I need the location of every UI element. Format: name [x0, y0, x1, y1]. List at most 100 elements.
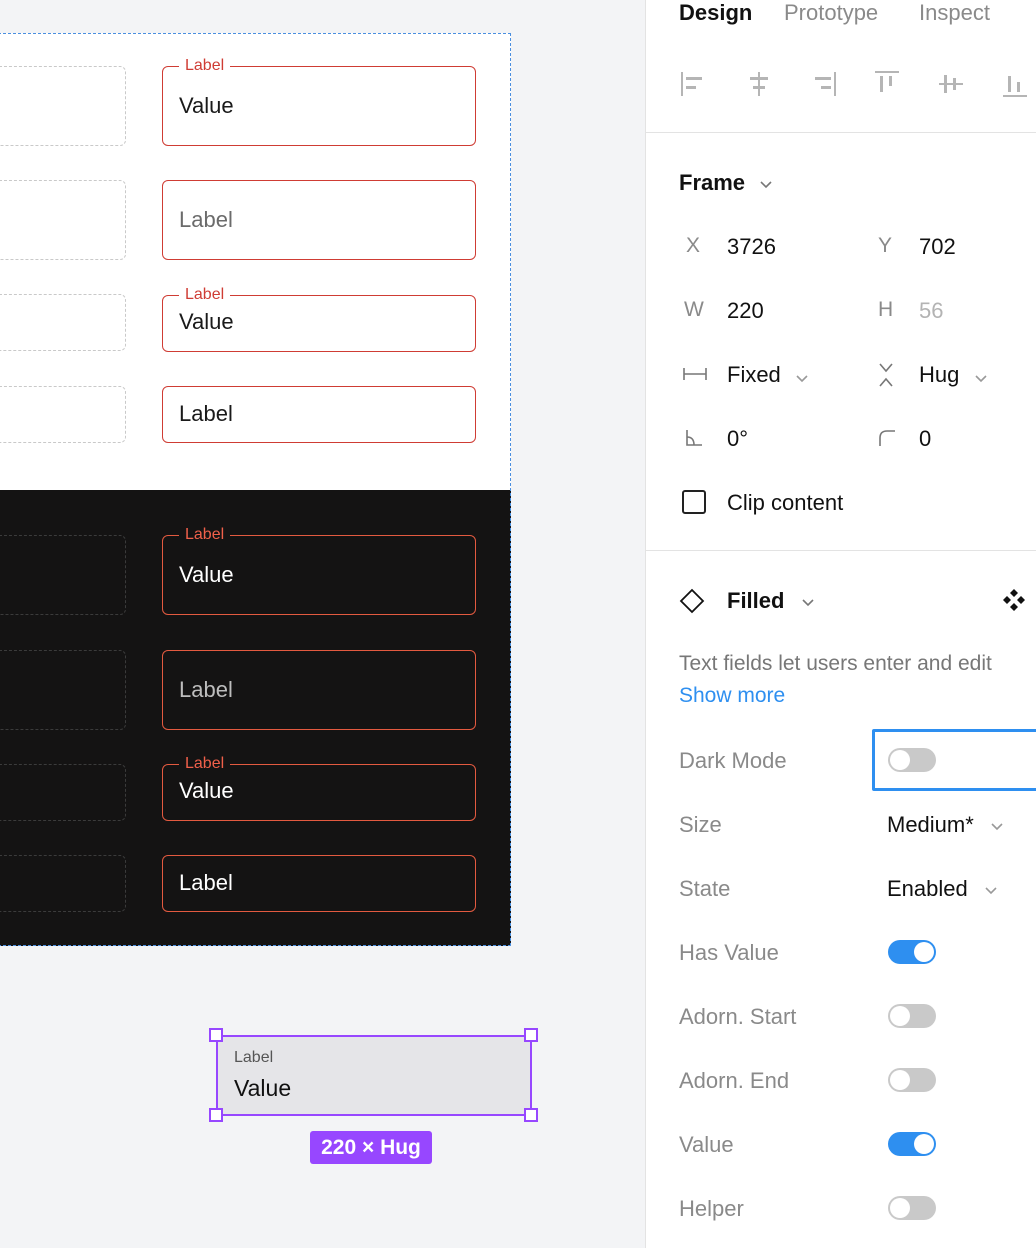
- tab-design[interactable]: Design: [679, 0, 752, 26]
- ghost-field: [0, 535, 126, 615]
- component-instance-icon: [679, 588, 705, 614]
- frame-title-text: Frame: [679, 170, 746, 195]
- height-mode-value: Hug: [919, 362, 960, 387]
- w-key: W: [684, 298, 704, 321]
- light-mode-frame[interactable]: Label Value Label Label Value Label: [0, 33, 511, 490]
- width-mode-dropdown[interactable]: Fixed: [727, 362, 809, 388]
- align-left-icon[interactable]: [678, 68, 710, 100]
- resize-handle-bottom-right[interactable]: [524, 1108, 538, 1122]
- rotation-input[interactable]: 0°: [727, 426, 748, 452]
- text-field-error-small-filled[interactable]: Label Value: [162, 287, 476, 352]
- chevron-down-icon: [796, 375, 808, 382]
- size-badge: 220 × Hug: [310, 1131, 432, 1164]
- chevron-down-icon: [985, 887, 997, 895]
- field-value: Value: [179, 562, 234, 587]
- prop-label-adorn-start: Adorn. Start: [679, 1004, 797, 1029]
- prop-label-has-value: Has Value: [679, 940, 779, 965]
- field-value: Label: [179, 401, 233, 426]
- field-value: Value: [234, 1075, 292, 1101]
- h-key: H: [878, 298, 894, 321]
- value-toggle[interactable]: [888, 1132, 936, 1156]
- ghost-field: [0, 386, 126, 443]
- dark-mode-frame[interactable]: Label Value Label Label Value Label: [0, 490, 511, 946]
- component-name-dropdown[interactable]: Filled: [727, 588, 815, 614]
- ghost-field: [0, 66, 126, 146]
- ghost-field: [0, 650, 126, 730]
- state-value: Enabled: [887, 876, 968, 901]
- h-input[interactable]: 56: [919, 298, 943, 324]
- field-label: Label: [179, 756, 231, 772]
- ghost-field: [0, 764, 126, 821]
- align-top-icon[interactable]: [871, 68, 903, 100]
- helper-toggle[interactable]: [888, 1196, 936, 1220]
- field-label: Label: [179, 287, 231, 303]
- field-label: Label: [179, 527, 231, 543]
- size-dropdown[interactable]: Medium*: [887, 812, 1004, 838]
- dark-mode-toggle[interactable]: [888, 748, 936, 772]
- align-horizontal-center-icon[interactable]: [743, 68, 775, 100]
- resize-handle-top-right[interactable]: [524, 1028, 538, 1042]
- fixed-width-icon: [683, 368, 707, 380]
- field-placeholder: Label: [179, 677, 233, 702]
- go-to-main-component-icon[interactable]: [1002, 588, 1026, 612]
- field-value: Value: [179, 93, 234, 118]
- chevron-down-icon: [802, 599, 814, 607]
- clip-content-checkbox[interactable]: [682, 490, 706, 514]
- field-value: Value: [179, 778, 234, 803]
- x-key: X: [686, 234, 701, 257]
- has-value-toggle[interactable]: [888, 940, 936, 964]
- state-dropdown[interactable]: Enabled: [887, 876, 998, 902]
- field-label: Label: [179, 58, 231, 74]
- text-field-error-small-filled[interactable]: Label Value: [162, 756, 476, 821]
- chevron-down-icon: [991, 823, 1003, 831]
- properties-panel: Design Prototype Inspect Frame X 3726 Y …: [645, 0, 1036, 1248]
- resize-handle-bottom-left[interactable]: [209, 1108, 223, 1122]
- rotation-icon: [686, 430, 702, 446]
- field-placeholder: Label: [179, 207, 233, 232]
- field-value: Value: [179, 309, 234, 334]
- align-right-icon[interactable]: [807, 68, 839, 100]
- x-input[interactable]: 3726: [727, 234, 776, 260]
- clip-content-label: Clip content: [727, 490, 844, 515]
- ghost-field: [0, 180, 126, 260]
- tab-inspect[interactable]: Inspect: [919, 0, 990, 26]
- size-value: Medium*: [887, 812, 974, 837]
- tab-prototype[interactable]: Prototype: [784, 0, 878, 26]
- frame-section-title[interactable]: Frame: [679, 170, 773, 196]
- component-description: Text fields let users enter and edit: [679, 652, 992, 675]
- text-field-error-small[interactable]: Label: [162, 386, 476, 443]
- text-field-error-filled[interactable]: Label Value: [162, 527, 476, 615]
- corner-radius-icon: [879, 430, 895, 446]
- prop-label-value: Value: [679, 1132, 734, 1157]
- w-input[interactable]: 220: [727, 298, 764, 324]
- text-field-error-empty[interactable]: Label: [162, 180, 476, 260]
- component-name: Filled: [727, 588, 785, 613]
- resize-handle-top-left[interactable]: [209, 1028, 223, 1042]
- prop-label-adorn-end: Adorn. End: [679, 1068, 790, 1093]
- field-value: Label: [179, 870, 233, 895]
- prop-label-state: State: [679, 876, 731, 901]
- corner-radius-input[interactable]: 0: [919, 426, 931, 452]
- align-vertical-center-icon[interactable]: [935, 68, 967, 100]
- ghost-field: [0, 855, 126, 912]
- chevron-down-icon: [975, 375, 987, 382]
- design-canvas[interactable]: Label Value Label Label Value Label Labe…: [0, 0, 645, 1248]
- y-input[interactable]: 702: [919, 234, 956, 260]
- height-mode-dropdown[interactable]: Hug: [919, 362, 988, 388]
- hug-height-icon: [879, 363, 893, 387]
- selected-text-field-instance[interactable]: Label Value: [216, 1035, 532, 1116]
- adorn-start-toggle[interactable]: [888, 1004, 936, 1028]
- prop-label-dark-mode: Dark Mode: [679, 748, 787, 773]
- adorn-end-toggle[interactable]: [888, 1068, 936, 1092]
- field-label: Label: [234, 1049, 274, 1066]
- text-field-error-small[interactable]: Label: [162, 855, 476, 912]
- text-field-error-empty[interactable]: Label: [162, 650, 476, 730]
- prop-label-helper: Helper: [679, 1196, 744, 1221]
- align-bottom-icon[interactable]: [999, 68, 1031, 100]
- show-more-link[interactable]: Show more: [679, 684, 785, 708]
- y-key: Y: [878, 234, 893, 257]
- prop-label-size: Size: [679, 812, 722, 837]
- section-divider: [646, 550, 1036, 551]
- text-field-error-filled[interactable]: Label Value: [162, 58, 476, 146]
- section-divider: [646, 132, 1036, 133]
